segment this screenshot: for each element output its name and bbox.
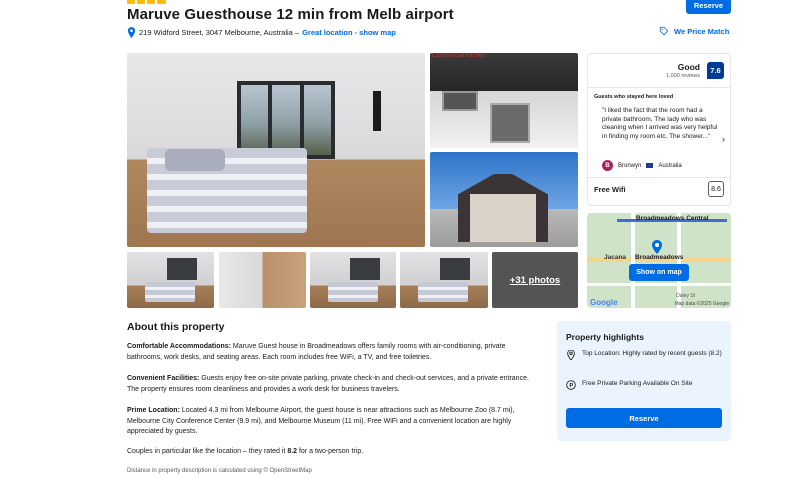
main-bedroom-photo[interactable] <box>127 53 425 247</box>
flag-icon <box>646 163 654 168</box>
reviewer: B Bronwyn Australia <box>602 160 682 171</box>
couples-score: 8.2 <box>287 448 298 455</box>
distance-disclaimer: Distance in property description is calc… <box>127 468 312 474</box>
window <box>350 258 380 280</box>
microwave <box>442 91 478 111</box>
google-logo: Google <box>590 298 618 307</box>
wifi-score: 8.6 <box>708 181 724 197</box>
oven <box>490 103 530 143</box>
thumbnail-photo[interactable] <box>127 252 214 308</box>
house-facade <box>470 194 536 242</box>
pillow <box>165 149 225 171</box>
review-heading: Guests who stayed here loved <box>594 94 674 100</box>
map-pin-icon <box>127 27 136 38</box>
review-count: 1,000 reviews <box>666 73 700 79</box>
paragraph-label: Prime Location: <box>127 407 180 414</box>
wifi-label: Free Wifi <box>594 185 626 194</box>
show-on-map-button[interactable]: Show on map <box>629 264 689 281</box>
reserve-button[interactable]: Reserve <box>566 408 722 428</box>
map-label-jacana: Jacana <box>604 254 627 261</box>
note-text: Couples in particular like the location … <box>127 448 288 455</box>
exterior-photo[interactable] <box>430 152 578 247</box>
review-quote: "I liked the fact that the room had a pr… <box>602 107 718 140</box>
tag-icon <box>659 26 669 36</box>
description-paragraph: Comfortable Accommodations: Maruve Guest… <box>127 342 531 363</box>
bed <box>418 282 468 302</box>
more-photos-label[interactable]: +31 photos <box>492 252 578 308</box>
more-photos-thumbnail[interactable]: +31 photos <box>492 252 578 308</box>
review-card: Good 1,000 reviews 7.6 Guests who stayed… <box>587 53 731 206</box>
show-map-link[interactable]: Great location - show map <box>302 28 396 37</box>
divider <box>588 87 730 88</box>
location-marker-icon <box>652 240 662 254</box>
thumbnail-photo[interactable] <box>400 252 488 308</box>
highlight-item: Top Location: Highly rated by recent gue… <box>566 349 726 360</box>
couples-rating-note: Couples in particular like the location … <box>127 447 531 458</box>
highlight-text: Free Private Parking Available On Site <box>582 380 693 387</box>
paragraph-label: Convenient Facilities: <box>127 375 200 382</box>
parking-icon: P <box>566 380 576 390</box>
thumbnail-photo[interactable] <box>219 252 306 308</box>
address-line: 219 Widford Street, 3047 Melbourne, Aust… <box>127 27 396 38</box>
paragraph-text: Located 4.3 mi from Melbourne Airport, t… <box>127 407 515 435</box>
road <box>587 283 731 286</box>
star-icon <box>137 0 145 4</box>
description-paragraph: Convenient Facilities: Guests enjoy free… <box>127 374 531 395</box>
map-pin-icon <box>567 350 575 360</box>
map-label-broadmeadows: Broadmeadows <box>635 254 684 261</box>
highlights-title: Property highlights <box>566 332 644 342</box>
star-rating <box>127 0 166 4</box>
bed <box>145 282 195 302</box>
note-text: for a two-person trip. <box>297 448 364 455</box>
thumbnail-photo[interactable] <box>310 252 396 308</box>
divider <box>588 177 730 178</box>
map-label-street: Daley St <box>676 293 695 299</box>
star-icon <box>127 0 135 4</box>
property-title: Maruve Guesthouse 12 min from Melb airpo… <box>127 6 454 23</box>
tv <box>373 91 381 131</box>
score-badge[interactable]: 7.6 <box>707 62 724 79</box>
reserve-button-top[interactable]: Reserve <box>686 0 731 14</box>
avatar: B <box>602 160 613 171</box>
rating-word: Good <box>677 62 700 72</box>
map-label-station: Broadmeadows Central <box>636 215 709 222</box>
highlight-text: Top Location: Highly rated by recent gue… <box>582 350 722 357</box>
map-copyright: Map data ©2025 Google <box>674 301 729 307</box>
property-highlights: Property highlights Top Location: Highly… <box>557 321 731 441</box>
paragraph-label: Comfortable Accommodations: <box>127 343 231 350</box>
address-text: 219 Widford Street, 3047 Melbourne, Aust… <box>139 28 300 37</box>
thumbs-up-icon <box>157 0 166 4</box>
chevron-right-icon[interactable]: › <box>722 134 725 144</box>
kitchen-photo[interactable]: Commercial Kitchen <box>430 53 578 148</box>
description-paragraph: Prime Location: Located 4.3 mi from Melb… <box>127 406 531 438</box>
svg-text:P: P <box>569 383 573 389</box>
reviewer-name: Bronwyn <box>618 162 642 169</box>
bed <box>328 282 378 302</box>
about-title: About this property <box>127 321 225 333</box>
reviewer-country: Australia <box>658 162 682 169</box>
highlight-item: P Free Private Parking Available On Site <box>566 379 726 390</box>
star-icon <box>147 0 155 4</box>
window <box>167 258 197 280</box>
window <box>440 258 470 280</box>
kitchen-overlay-text: Commercial Kitchen <box>432 53 486 59</box>
map-preview[interactable]: Broadmeadows Central Jacana Broadmeadows… <box>587 213 731 308</box>
price-match-link[interactable]: We Price Match <box>659 26 729 36</box>
price-match-label: We Price Match <box>674 26 730 36</box>
